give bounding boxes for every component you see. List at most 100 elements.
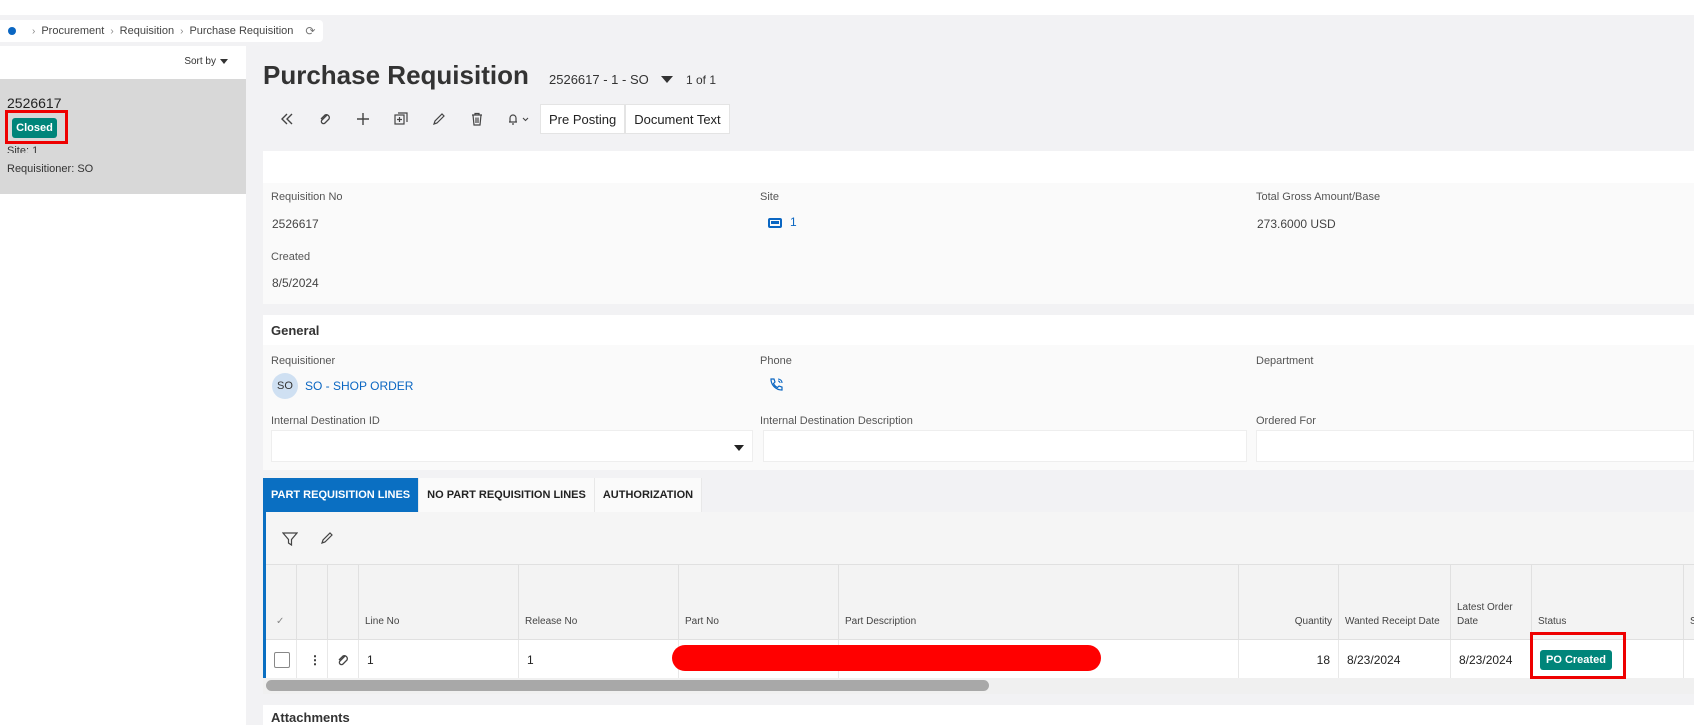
column-s[interactable]: S xyxy=(1684,565,1694,639)
internal-destination-id-label: Internal Destination ID xyxy=(271,415,380,427)
column-quantity[interactable]: Quantity xyxy=(1239,565,1339,639)
tab-no-part-requisition-lines[interactable]: NO PART REQUISITION LINES xyxy=(419,478,595,512)
grid-header: ✓ Line No Release No Part No Part Descri… xyxy=(266,564,1694,639)
delete-icon[interactable] xyxy=(458,104,496,134)
filter-icon[interactable] xyxy=(281,531,299,550)
horizontal-scrollbar-thumb[interactable] xyxy=(266,680,989,691)
cell-line-no: 1 xyxy=(359,640,519,679)
column-wanted-receipt-date-label: Wanted Receipt Date xyxy=(1345,616,1440,627)
notification-bell-icon[interactable] xyxy=(496,104,540,134)
breadcrumb: › Procurement › Requisition › Purchase R… xyxy=(0,20,324,42)
internal-destination-description-label: Internal Destination Description xyxy=(760,415,913,427)
caret-down-icon xyxy=(734,445,744,451)
general-panel: General Requisitioner SO SO - SHOP ORDER… xyxy=(263,315,1694,470)
tab-part-requisition-lines[interactable]: PART REQUISITION LINES xyxy=(263,478,420,512)
column-s-label: S xyxy=(1690,616,1694,627)
tab-bar: PART REQUISITION LINES NO PART REQUISITI… xyxy=(263,478,703,512)
breadcrumb-purchase-requisition[interactable]: Purchase Requisition xyxy=(189,25,293,37)
pre-posting-button[interactable]: Pre Posting xyxy=(540,104,626,134)
phone-icon[interactable] xyxy=(768,377,784,396)
add-icon[interactable] xyxy=(344,104,382,134)
grid-toolbar xyxy=(266,512,1694,564)
select-all-column[interactable]: ✓ xyxy=(266,565,297,639)
row-select-cell xyxy=(266,640,297,679)
attachments-title: Attachments xyxy=(271,710,350,725)
column-part-description-label: Part Description xyxy=(845,616,917,627)
tab-authorization[interactable]: AUTHORIZATION xyxy=(594,478,703,512)
created-value: 8/5/2024 xyxy=(272,276,319,290)
sort-by-label: Sort by xyxy=(184,56,216,67)
internal-destination-description-field[interactable] xyxy=(763,430,1247,462)
column-latest-order-date[interactable]: Latest Order Date xyxy=(1451,565,1532,639)
cell-quantity: 18 xyxy=(1239,640,1339,679)
chevron-right-icon: › xyxy=(180,25,184,37)
column-release-no[interactable]: Release No xyxy=(519,565,679,639)
general-title: General xyxy=(271,323,320,338)
record-selector-value: 2526617 - 1 - SO xyxy=(549,72,649,87)
edit-icon[interactable] xyxy=(420,104,458,134)
status-badge: Closed xyxy=(12,118,57,138)
column-status-label: Status xyxy=(1538,616,1567,627)
column-part-description[interactable]: Part Description xyxy=(839,565,1239,639)
header-strip xyxy=(263,151,1694,183)
refresh-icon[interactable]: ⟳ xyxy=(305,24,315,38)
site-label: Site xyxy=(760,191,779,203)
cell-wanted-receipt-date: 8/23/2024 xyxy=(1339,640,1451,679)
requisitioner-link[interactable]: SO - SHOP ORDER xyxy=(305,379,413,393)
summary-panel: Requisition No 2526617 Site 1 Total Gros… xyxy=(263,183,1694,304)
ordered-for-label: Ordered For xyxy=(1256,415,1316,427)
general-header xyxy=(263,315,1694,345)
card-requisitioner: Requisitioner: SO xyxy=(7,163,94,175)
cell-latest-order-date: 8/23/2024 xyxy=(1451,640,1532,679)
chevron-right-icon: › xyxy=(32,25,36,37)
requisitioner-label: Requisitioner xyxy=(271,355,336,367)
duplicate-icon[interactable] xyxy=(382,104,420,134)
breadcrumb-requisition[interactable]: Requisition xyxy=(120,25,174,37)
document-text-button[interactable]: Document Text xyxy=(625,104,730,134)
card-id: 2526617 xyxy=(7,95,62,111)
page-title: Purchase Requisition xyxy=(263,60,529,90)
department-label: Department xyxy=(1256,355,1314,367)
chevron-right-icon: › xyxy=(110,25,114,37)
toolbar: Pre Posting Document Text xyxy=(268,104,730,134)
record-count: 1 of 1 xyxy=(686,73,717,87)
row-checkbox[interactable] xyxy=(274,651,290,668)
column-quantity-label: Quantity xyxy=(1294,616,1332,627)
phone-label: Phone xyxy=(760,355,792,367)
row-menu-icon[interactable]: ⋮ xyxy=(297,640,328,679)
record-selector[interactable]: 2526617 - 1 - SO xyxy=(549,72,673,87)
paperclip-icon[interactable] xyxy=(306,104,344,134)
home-icon[interactable] xyxy=(8,27,16,35)
check-icon: ✓ xyxy=(276,616,285,627)
record-list-panel: Sort by 2526617 Site: 1 Requisitioner: S… xyxy=(0,46,246,725)
column-part-no[interactable]: Part No xyxy=(679,565,839,639)
breadcrumb-procurement[interactable]: Procurement xyxy=(41,25,104,37)
attachments-section: Attachments xyxy=(263,705,1694,725)
column-part-no-label: Part No xyxy=(685,616,719,627)
row-attachment-icon[interactable] xyxy=(328,640,359,679)
internal-destination-id-select[interactable] xyxy=(271,430,753,462)
menu-column xyxy=(297,565,328,639)
attachment-column xyxy=(328,565,359,639)
column-status[interactable]: Status xyxy=(1532,565,1684,639)
top-strip xyxy=(0,0,1694,15)
created-label: Created xyxy=(271,251,311,263)
column-release-no-label: Release No xyxy=(525,616,578,627)
card-site: Site: 1 xyxy=(7,145,39,153)
column-wanted-receipt-date[interactable]: Wanted Receipt Date xyxy=(1339,565,1451,639)
site-link[interactable]: 1 xyxy=(768,215,797,229)
edit-icon[interactable] xyxy=(320,531,334,548)
sort-by-button[interactable]: Sort by xyxy=(178,54,234,69)
total-label: Total Gross Amount/Base xyxy=(1256,191,1381,203)
cell-release-no: 1 xyxy=(519,640,679,679)
highlight-box xyxy=(1530,632,1626,679)
avatar: SO xyxy=(272,373,298,399)
ordered-for-field[interactable] xyxy=(1256,430,1694,462)
column-latest-order-date-label: Latest Order Date xyxy=(1457,602,1513,627)
collapse-icon[interactable] xyxy=(268,104,306,134)
total-value: 273.6000 USD xyxy=(1257,217,1336,231)
column-line-no[interactable]: Line No xyxy=(359,565,519,639)
requisition-no-label: Requisition No xyxy=(271,191,343,203)
caret-down-icon xyxy=(660,76,673,83)
caret-down-icon xyxy=(220,58,228,64)
